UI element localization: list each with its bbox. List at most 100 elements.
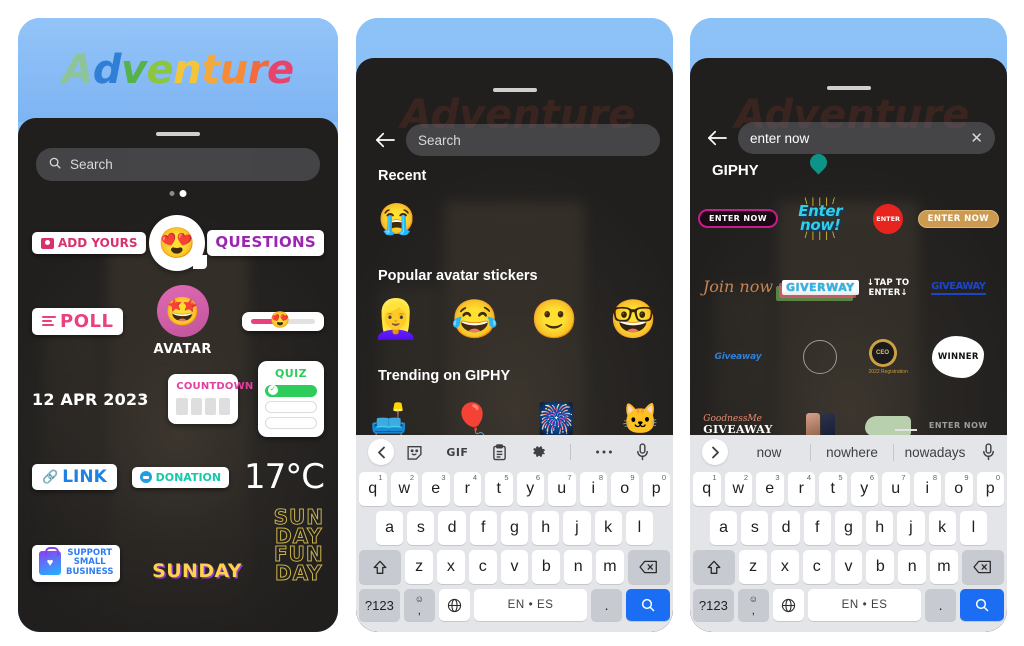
key-s[interactable]: s	[407, 511, 435, 545]
symbols-key[interactable]: ?123	[693, 589, 734, 621]
key-z[interactable]: z	[739, 550, 767, 584]
space-key[interactable]: EN • ES	[808, 589, 921, 621]
search-input[interactable]: Search	[406, 124, 660, 156]
giphy-result-giveaway-blue-small[interactable]: Giveaway	[698, 324, 778, 389]
key-o[interactable]: o9	[945, 472, 973, 506]
key-w[interactable]: w2	[390, 472, 418, 506]
globe-key[interactable]	[438, 589, 471, 621]
key-b[interactable]: b	[866, 550, 895, 584]
key-k[interactable]: k	[928, 511, 956, 545]
sticker-item[interactable]: 🛋️	[370, 402, 407, 437]
sticker-sunday-fun-day[interactable]: SUN DAY FUN DAY	[273, 507, 324, 583]
key-i[interactable]: i8	[579, 472, 607, 506]
key-t[interactable]: t5	[819, 472, 847, 506]
giphy-result-giverway-layered[interactable]: GIVERWAY	[781, 255, 859, 320]
chevron-left-icon[interactable]	[368, 439, 394, 465]
key-e[interactable]: e3	[756, 472, 784, 506]
suggestion-1[interactable]: now	[728, 445, 810, 460]
sticker-item[interactable]: 😭	[378, 202, 415, 237]
sticker-countdown[interactable]: COUNTDOWN	[168, 374, 253, 424]
back-arrow-icon[interactable]	[704, 125, 730, 151]
key-s[interactable]: s	[741, 511, 769, 545]
key-d[interactable]: d	[772, 511, 800, 545]
emoji-comma-key[interactable]: ☺,	[737, 589, 769, 621]
sheet-grabber[interactable]	[492, 88, 537, 92]
key-u[interactable]: u7	[548, 472, 576, 506]
giphy-result-enter-red-circle[interactable]: ENTER	[863, 186, 914, 251]
key-u[interactable]: u7	[882, 472, 910, 506]
backspace-key[interactable]	[627, 550, 670, 584]
space-key[interactable]: EN • ES	[474, 589, 587, 621]
search-input[interactable]: Search	[36, 148, 320, 181]
sticker-support-small-business[interactable]: ♥ SUPPORT SMALL BUSINESS	[32, 544, 121, 582]
key-r[interactable]: r4	[453, 472, 481, 506]
sticker-item[interactable]: 🎈	[454, 402, 491, 437]
key-w[interactable]: w2	[724, 472, 752, 506]
key-j[interactable]: j	[563, 511, 591, 545]
search-input[interactable]: enter now ✕	[738, 122, 995, 154]
giphy-result-join-now-script[interactable]: Join now	[698, 255, 778, 320]
key-d[interactable]: d	[438, 511, 466, 545]
period-key[interactable]: .	[924, 589, 957, 621]
key-y[interactable]: y6	[516, 472, 544, 506]
key-g[interactable]: g	[500, 511, 529, 545]
period-key[interactable]: .	[590, 589, 623, 621]
sticker-quiz[interactable]: QUIZ	[257, 361, 324, 437]
sticker-sunday[interactable]: SUNDAY	[152, 560, 242, 582]
search-enter-key[interactable]	[626, 589, 671, 621]
key-z[interactable]: z	[405, 550, 433, 584]
clipboard-icon[interactable]	[492, 443, 507, 461]
gif-icon[interactable]: GIF	[446, 446, 468, 459]
key-n[interactable]: n	[898, 550, 927, 584]
key-t[interactable]: t5	[485, 472, 513, 506]
key-v[interactable]: v	[500, 550, 529, 584]
giphy-result-gold-seal-badge[interactable]: CEO 2022 Registration	[863, 324, 914, 389]
sticker-emoji-slider[interactable]: 😍	[242, 311, 324, 331]
sticker-avatar[interactable]: 🤩	[156, 285, 209, 337]
back-arrow-icon[interactable]	[372, 127, 398, 153]
sticker-item[interactable]: 😂	[451, 298, 498, 342]
key-m[interactable]: m	[930, 550, 958, 584]
page-dot[interactable]	[169, 191, 175, 196]
key-k[interactable]: k	[594, 511, 622, 545]
chevron-right-icon[interactable]	[702, 439, 728, 465]
key-c[interactable]: c	[802, 550, 831, 584]
key-l[interactable]: l	[959, 511, 987, 545]
sticker-link[interactable]: 🔗 LINK	[32, 464, 117, 490]
close-icon[interactable]: ✕	[970, 131, 983, 146]
sticker-icon[interactable]	[406, 444, 423, 461]
giphy-result-enter-now-burst[interactable]: \ | | | / Enter now! / | | | \	[782, 186, 859, 251]
sticker-donation[interactable]: DONATION	[131, 466, 230, 488]
key-l[interactable]: l	[625, 511, 653, 545]
sticker-temperature[interactable]: 17°C	[244, 457, 325, 497]
gear-icon[interactable]	[531, 444, 547, 460]
sticker-add-yours[interactable]: ADD YOURS	[32, 232, 147, 254]
key-i[interactable]: i8	[913, 472, 941, 506]
giphy-result-winner-white-blob[interactable]: WINNER	[918, 324, 999, 389]
sticker-item[interactable]: 🐱	[622, 402, 659, 437]
backspace-key[interactable]	[961, 550, 1004, 584]
sheet-grabber[interactable]	[156, 132, 200, 136]
key-h[interactable]: h	[866, 511, 894, 545]
sticker-emoji-reaction[interactable]: 😍	[148, 215, 207, 271]
key-a[interactable]: a	[710, 511, 738, 545]
key-y[interactable]: y6	[850, 472, 878, 506]
key-q[interactable]: q1	[359, 472, 387, 506]
key-p[interactable]: p0	[642, 472, 670, 506]
page-dot-active[interactable]	[179, 190, 187, 197]
emoji-comma-key[interactable]: ☺,	[403, 589, 435, 621]
key-j[interactable]: j	[897, 511, 925, 545]
key-e[interactable]: e3	[422, 472, 450, 506]
mic-icon[interactable]	[636, 443, 649, 461]
sticker-poll[interactable]: POLL	[32, 307, 124, 335]
shift-key[interactable]	[359, 550, 402, 584]
key-a[interactable]: a	[376, 511, 404, 545]
sticker-questions[interactable]: QUESTIONS	[207, 230, 324, 256]
giphy-result-empty-ring[interactable]	[782, 324, 859, 389]
symbols-key[interactable]: ?123	[359, 589, 400, 621]
sticker-item[interactable]: 🤓	[610, 298, 657, 342]
key-f[interactable]: f	[803, 511, 831, 545]
search-enter-key[interactable]	[960, 589, 1005, 621]
suggestion-2[interactable]: nowhere	[811, 445, 893, 460]
slider-knob-emoji[interactable]: 😍	[270, 313, 290, 329]
